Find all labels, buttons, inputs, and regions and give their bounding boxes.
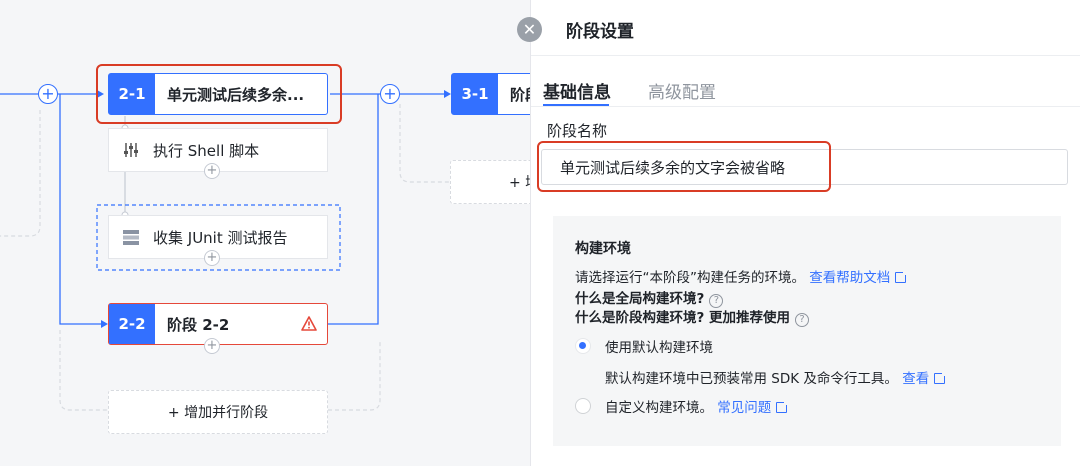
external-link-icon	[776, 400, 790, 413]
faq-link[interactable]: 常见问题	[717, 400, 790, 416]
custom-env-row: 自定义构建环境。 常见问题	[605, 396, 790, 416]
external-link-icon	[934, 371, 948, 384]
pipeline-canvas: + + 2-1 单元测试后续多余... 3-1 阶段 + 增 执行 Shell …	[0, 0, 530, 466]
build-env-section: 构建环境 请选择运行“本阶段”构建任务的环境。 查看帮助文档 什么是全局构建环境…	[553, 216, 1061, 446]
task-label: 收集 JUnit 测试报告	[153, 228, 288, 247]
radio-default-env[interactable]	[575, 338, 591, 354]
help-doc-link-label: 查看帮助文档	[809, 270, 891, 286]
view-default-env-link[interactable]: 查看	[902, 371, 948, 387]
faq-link-label: 常见问题	[717, 400, 772, 416]
panel-title: 阶段设置	[566, 22, 634, 42]
stage-settings-panel: 阶段设置 基础信息 高级配置 阶段名称 构建环境 请选择运行“本阶段”构建任务的…	[530, 0, 1080, 466]
add-task-button[interactable]: +	[204, 163, 220, 179]
add-parallel-stage-button[interactable]: + 增加并行阶段	[108, 390, 328, 434]
build-env-desc-row: 请选择运行“本阶段”构建任务的环境。 查看帮助文档	[575, 266, 909, 286]
radio-custom-env[interactable]	[575, 398, 591, 414]
build-env-desc: 请选择运行“本阶段”构建任务的环境。	[575, 270, 805, 286]
add-parallel-stage-button-right[interactable]: + 增	[450, 160, 530, 204]
view-default-env-link-label: 查看	[902, 371, 930, 387]
tab-advanced-config[interactable]: 高级配置	[648, 78, 716, 103]
stage-env-question: 什么是阶段构建环境? 更加推荐使用?	[575, 306, 810, 327]
add-task-button[interactable]: +	[204, 250, 220, 266]
sliders-icon	[121, 140, 141, 160]
stage-number: 3-1	[452, 74, 498, 114]
stage-3-1-card[interactable]: 3-1 阶段	[451, 73, 530, 115]
default-env-desc: 默认构建环境中已预装常用 SDK 及命令行工具。	[605, 371, 898, 387]
panel-divider	[531, 55, 1080, 56]
default-env-desc-row: 默认构建环境中已预装常用 SDK 及命令行工具。 查看	[605, 367, 948, 387]
highlight-box-input	[537, 141, 831, 192]
stage-name: 阶段	[510, 85, 530, 104]
tab-basic-info[interactable]: 基础信息	[543, 78, 611, 103]
build-env-title: 构建环境	[575, 241, 631, 257]
task-label: 执行 Shell 脚本	[153, 141, 260, 160]
add-task-button[interactable]: +	[204, 338, 220, 354]
add-stage-before-button[interactable]: +	[38, 84, 58, 104]
stage-number: 2-2	[109, 304, 155, 344]
tabs-divider	[531, 106, 1080, 107]
warning-icon	[301, 316, 317, 335]
highlight-box-stage	[96, 64, 342, 124]
external-link-icon	[895, 270, 909, 283]
radio-custom-env-label[interactable]: 自定义构建环境。	[605, 400, 713, 416]
close-panel-button[interactable]: ✕	[517, 17, 542, 42]
stage-env-question-label: 什么是阶段构建环境? 更加推荐使用	[575, 310, 791, 326]
add-stage-after-button[interactable]: +	[380, 84, 400, 104]
global-env-question-label: 什么是全局构建环境?	[575, 291, 705, 307]
stage-name-label: 阶段名称	[547, 122, 608, 140]
global-env-question: 什么是全局构建环境??	[575, 287, 724, 308]
report-stack-icon	[121, 227, 141, 247]
stage-2-2-card[interactable]: 2-2 阶段 2-2	[108, 303, 328, 345]
radio-default-env-label[interactable]: 使用默认构建环境	[605, 336, 713, 356]
stage-name: 阶段 2-2	[167, 315, 230, 334]
help-circle-icon[interactable]: ?	[795, 313, 810, 327]
help-doc-link[interactable]: 查看帮助文档	[809, 270, 909, 286]
